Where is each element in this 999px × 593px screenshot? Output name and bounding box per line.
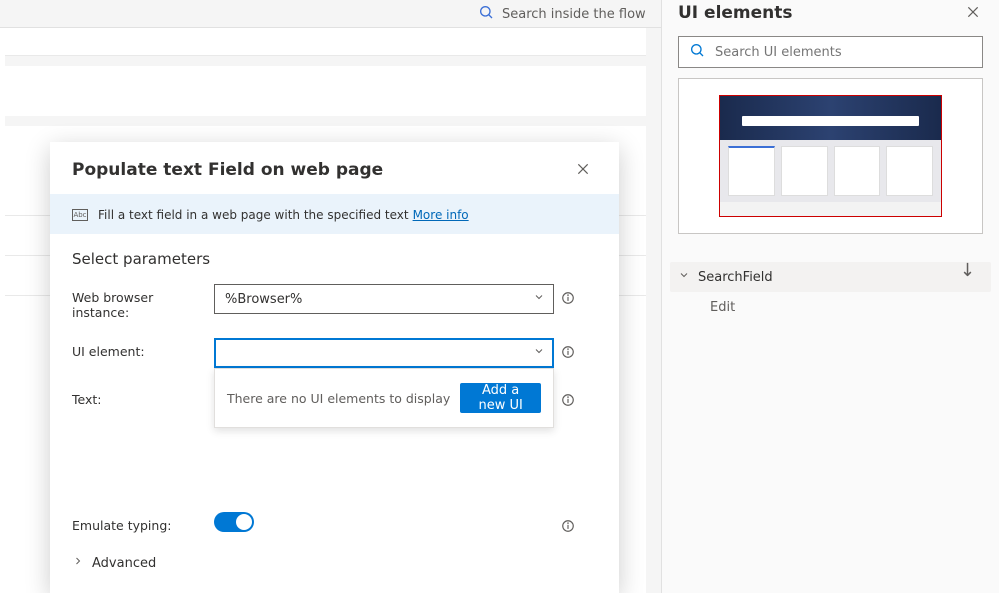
advanced-label: Advanced	[92, 556, 156, 571]
panel-search-input[interactable]	[715, 45, 972, 60]
populate-text-dialog: Populate text Field on web page Abc Fill…	[50, 142, 619, 593]
search-icon	[478, 4, 502, 24]
tree-item-label: SearchField	[698, 270, 773, 285]
empty-ui-elements-text: There are no UI elements to display	[227, 391, 450, 406]
close-icon	[966, 4, 980, 23]
chevron-down-icon	[533, 291, 545, 307]
ui-element-dropdown-menu: There are no UI elements to display Add …	[214, 368, 554, 428]
flow-search[interactable]: Search inside the flow	[478, 4, 646, 24]
info-icon	[561, 392, 575, 411]
info-icon	[561, 344, 575, 363]
ui-element-dropdown[interactable]	[214, 338, 554, 368]
text-field-icon: Abc	[72, 209, 88, 221]
text-help[interactable]	[554, 386, 582, 411]
browser-label: Web browser instance:	[72, 284, 214, 320]
panel-close-button[interactable]	[963, 3, 983, 23]
scroll-down-arrow[interactable]: ↓	[960, 260, 975, 281]
tree-item-searchfield[interactable]: SearchField	[670, 262, 991, 292]
tree-item-label: Edit	[710, 300, 735, 315]
dialog-title: Populate text Field on web page	[72, 160, 383, 180]
emulate-label: Emulate typing:	[72, 512, 214, 533]
more-info-link[interactable]: More info	[413, 208, 469, 222]
section-title: Select parameters	[72, 250, 597, 268]
browser-help[interactable]	[554, 284, 582, 309]
text-label: Text:	[72, 386, 214, 407]
emulate-help[interactable]	[554, 512, 582, 537]
search-icon	[689, 42, 715, 62]
dialog-close-button[interactable]	[569, 156, 597, 184]
tree-item-edit[interactable]: Edit	[670, 292, 991, 322]
panel-title: UI elements	[678, 3, 793, 23]
ui-element-thumbnail-container	[678, 78, 983, 234]
chevron-right-icon	[72, 555, 84, 571]
browser-instance-value: %Browser%	[225, 292, 302, 307]
dialog-info-bar: Abc Fill a text field in a web page with…	[50, 194, 619, 234]
ui-elements-panel: UI elements ↓ Se	[661, 0, 999, 593]
chevron-down-icon	[533, 345, 545, 361]
chevron-down-icon	[678, 269, 690, 285]
ui-elements-tree: SearchField Edit	[670, 262, 991, 322]
close-icon	[576, 161, 590, 180]
ui-element-label: UI element:	[72, 338, 214, 359]
flow-search-placeholder: Search inside the flow	[502, 7, 646, 22]
emulate-typing-toggle[interactable]	[214, 512, 254, 532]
add-ui-element-button[interactable]: Add a new UI element	[460, 383, 541, 413]
ui-element-thumbnail[interactable]	[719, 95, 942, 217]
info-icon	[561, 290, 575, 309]
advanced-section-toggle[interactable]: Advanced	[72, 555, 597, 571]
dialog-info-text: Fill a text field in a web page with the…	[98, 208, 409, 222]
info-icon	[561, 518, 575, 537]
panel-search[interactable]	[678, 36, 983, 68]
browser-instance-dropdown[interactable]: %Browser%	[214, 284, 554, 314]
ui-element-help[interactable]	[554, 338, 582, 363]
